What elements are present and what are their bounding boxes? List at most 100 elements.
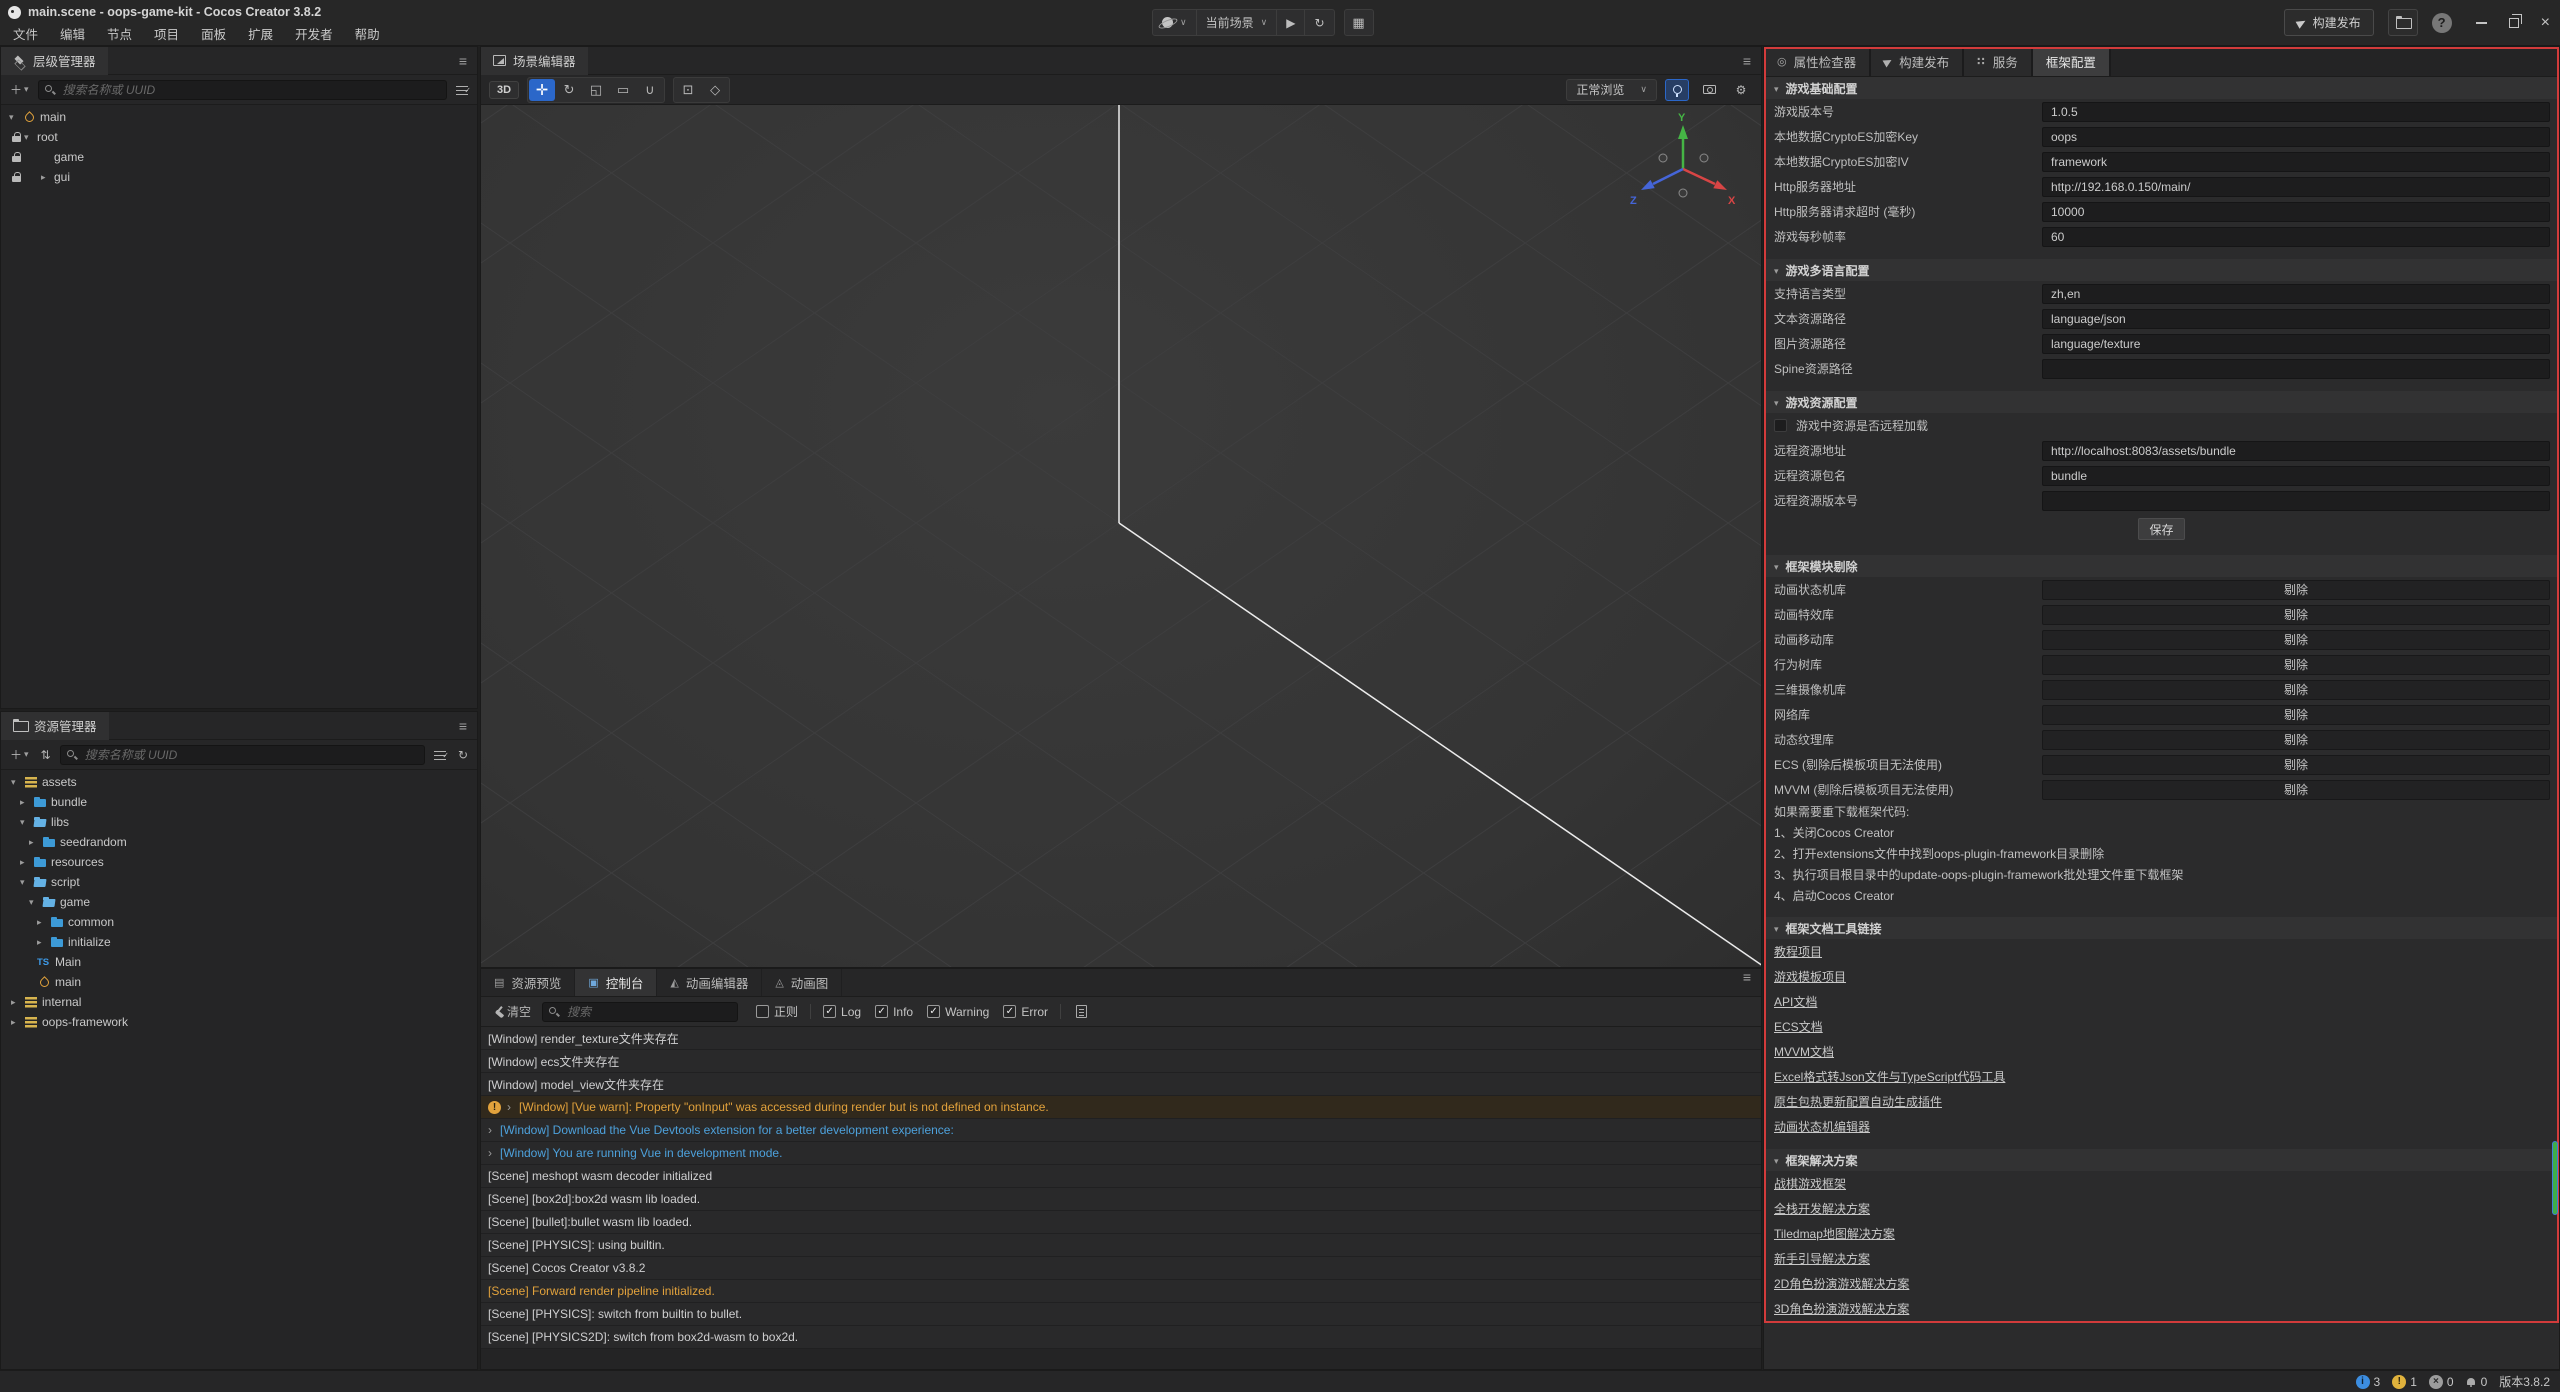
axis-gizmo[interactable]: Y X Z: [1628, 111, 1738, 221]
hierarchy-node-row[interactable]: main: [1, 107, 477, 127]
hierarchy-tab[interactable]: 层级管理器: [1, 47, 108, 75]
log-row[interactable]: ! › [Window] [Vue warn]: Property "onInp…: [481, 1096, 1761, 1119]
preview-platform-select[interactable]: ∨: [1153, 10, 1197, 35]
doc-link[interactable]: Excel格式转Json文件与TypeScript代码工具: [1774, 1068, 2005, 1085]
play-button[interactable]: ▶: [1277, 10, 1305, 35]
bell-icon[interactable]: [2466, 1377, 2476, 1387]
log-row[interactable]: ! › [Window] You are running Vue in deve…: [481, 1142, 1761, 1165]
view-mode-select[interactable]: 正常浏览 ∨: [1566, 79, 1657, 101]
scene-camera-button[interactable]: [1697, 79, 1721, 101]
space-toggle-button[interactable]: ◇: [702, 79, 728, 101]
asset-node-row[interactable]: libs: [1, 812, 477, 832]
assets-search-input[interactable]: [60, 745, 425, 765]
log-row[interactable]: ! › [Scene] [PHYSICS]: using builtin.: [481, 1234, 1761, 1257]
expand-arrow-icon[interactable]: ›: [488, 1146, 492, 1160]
tree-expand-arrow[interactable]: [11, 777, 24, 788]
tree-expand-arrow[interactable]: [37, 937, 50, 948]
pivot-toggle-button[interactable]: ⊡: [675, 79, 701, 101]
lock-icon[interactable]: [12, 132, 22, 143]
save-button[interactable]: 保存: [2138, 518, 2184, 540]
solution-link[interactable]: 战棋游戏框架: [1774, 1175, 1846, 1192]
section-header-solutions[interactable]: 框架解决方案: [1764, 1149, 2559, 1171]
asset-node-row[interactable]: Main: [1, 952, 477, 972]
remote-load-checkbox[interactable]: [1774, 419, 1787, 432]
menu-item[interactable]: 节点: [96, 24, 143, 46]
console-search-input[interactable]: [542, 1002, 738, 1022]
menu-item[interactable]: 面板: [190, 24, 237, 46]
config-input[interactable]: [2042, 334, 2550, 354]
solution-link[interactable]: 3D角色扮演游戏解决方案: [1774, 1300, 1909, 1317]
config-input[interactable]: [2042, 359, 2550, 379]
tree-expand-arrow[interactable]: [20, 877, 33, 888]
regex-checkbox[interactable]: 正则: [756, 1003, 798, 1020]
doc-link[interactable]: 游戏模板项目: [1774, 968, 1846, 985]
tree-expand-arrow[interactable]: [29, 837, 42, 848]
asset-node-row[interactable]: resources: [1, 852, 477, 872]
log-row[interactable]: ! › [Scene] [PHYSICS]: switch from built…: [481, 1303, 1761, 1326]
log-row[interactable]: ! › [Window] render_texture文件夹存在: [481, 1027, 1761, 1050]
asset-node-row[interactable]: initialize: [1, 932, 477, 952]
inspector-tab[interactable]: 框架配置: [2033, 47, 2111, 76]
console-tab[interactable]: 控制台: [575, 969, 657, 996]
log-row[interactable]: ! › [Window] Download the Vue Devtools e…: [481, 1119, 1761, 1142]
section-header-modules[interactable]: 框架模块剔除: [1764, 555, 2559, 577]
doc-link[interactable]: API文档: [1774, 993, 1817, 1010]
remove-module-button[interactable]: 剔除: [2042, 755, 2550, 775]
close-button[interactable]: ×: [2541, 18, 2550, 28]
rotate-tool-button[interactable]: ↻: [556, 79, 582, 101]
asset-node-row[interactable]: assets: [1, 772, 477, 792]
lock-icon[interactable]: [12, 152, 22, 163]
doc-link[interactable]: 教程项目: [1774, 943, 1822, 960]
assets-menu-icon[interactable]: ≡: [459, 718, 467, 734]
console-menu-icon[interactable]: ≡: [1743, 969, 1751, 985]
config-input[interactable]: [2042, 441, 2550, 461]
tree-expand-arrow[interactable]: [37, 917, 50, 928]
asset-node-row[interactable]: main: [1, 972, 477, 992]
config-input[interactable]: [2042, 202, 2550, 222]
menu-item[interactable]: 开发者: [284, 24, 344, 46]
hierarchy-filter-button[interactable]: [453, 85, 471, 95]
asset-node-row[interactable]: internal: [1, 992, 477, 1012]
preview-scene-select[interactable]: 当前场景 ∨: [1197, 10, 1278, 35]
tree-expand-arrow[interactable]: [9, 112, 22, 123]
scene-light-toggle[interactable]: [1665, 79, 1689, 101]
scale-tool-button[interactable]: ◱: [583, 79, 609, 101]
section-header-i18n[interactable]: 游戏多语言配置: [1764, 259, 2559, 281]
scene-settings-button[interactable]: ⚙: [1729, 79, 1753, 101]
remove-module-button[interactable]: 剔除: [2042, 730, 2550, 750]
ui-transform-tool-button[interactable]: ∪: [637, 79, 663, 101]
section-header-resources[interactable]: 游戏资源配置: [1764, 391, 2559, 413]
tree-expand-arrow[interactable]: [29, 897, 42, 908]
log-filter-checkbox[interactable]: Warning: [927, 1005, 989, 1019]
assets-filter-button[interactable]: [431, 750, 449, 760]
inspector-tab[interactable]: 构建发布: [1871, 47, 1964, 76]
remove-module-button[interactable]: 剔除: [2042, 705, 2550, 725]
hierarchy-search-input[interactable]: [38, 80, 447, 100]
tree-expand-arrow[interactable]: [24, 132, 37, 143]
expand-arrow-icon[interactable]: ›: [507, 1100, 511, 1114]
hierarchy-node-row[interactable]: game: [1, 147, 477, 167]
collapse-log-button[interactable]: [1073, 1005, 1090, 1018]
inspector-tab[interactable]: 服务: [1964, 47, 2033, 76]
scene-menu-icon[interactable]: ≡: [1743, 53, 1751, 69]
console-tab[interactable]: 资源预览: [481, 969, 575, 996]
info-count-icon[interactable]: i: [2356, 1375, 2370, 1389]
remove-module-button[interactable]: 剔除: [2042, 605, 2550, 625]
remove-module-button[interactable]: 剔除: [2042, 680, 2550, 700]
menu-item[interactable]: 扩展: [237, 24, 284, 46]
lock-icon[interactable]: [12, 172, 22, 183]
error-count-icon[interactable]: ×: [2429, 1375, 2443, 1389]
solution-link[interactable]: Tiledmap地图解决方案: [1774, 1225, 1895, 1242]
log-row[interactable]: ! › [Scene] Cocos Creator v3.8.2: [481, 1257, 1761, 1280]
hierarchy-menu-icon[interactable]: ≡: [459, 53, 467, 69]
config-input[interactable]: [2042, 152, 2550, 172]
refresh-assets-button[interactable]: ↻: [455, 748, 471, 762]
create-node-button[interactable]: ＋▾: [7, 81, 32, 98]
tree-expand-arrow[interactable]: [41, 172, 54, 183]
doc-link[interactable]: 动画状态机编辑器: [1774, 1118, 1870, 1135]
log-row[interactable]: ! › [Scene] [bullet]:bullet wasm lib loa…: [481, 1211, 1761, 1234]
section-header-docs[interactable]: 框架文档工具链接: [1764, 917, 2559, 939]
config-input[interactable]: [2042, 102, 2550, 122]
menu-item[interactable]: 帮助: [344, 24, 391, 46]
warning-count-icon[interactable]: !: [2392, 1375, 2406, 1389]
